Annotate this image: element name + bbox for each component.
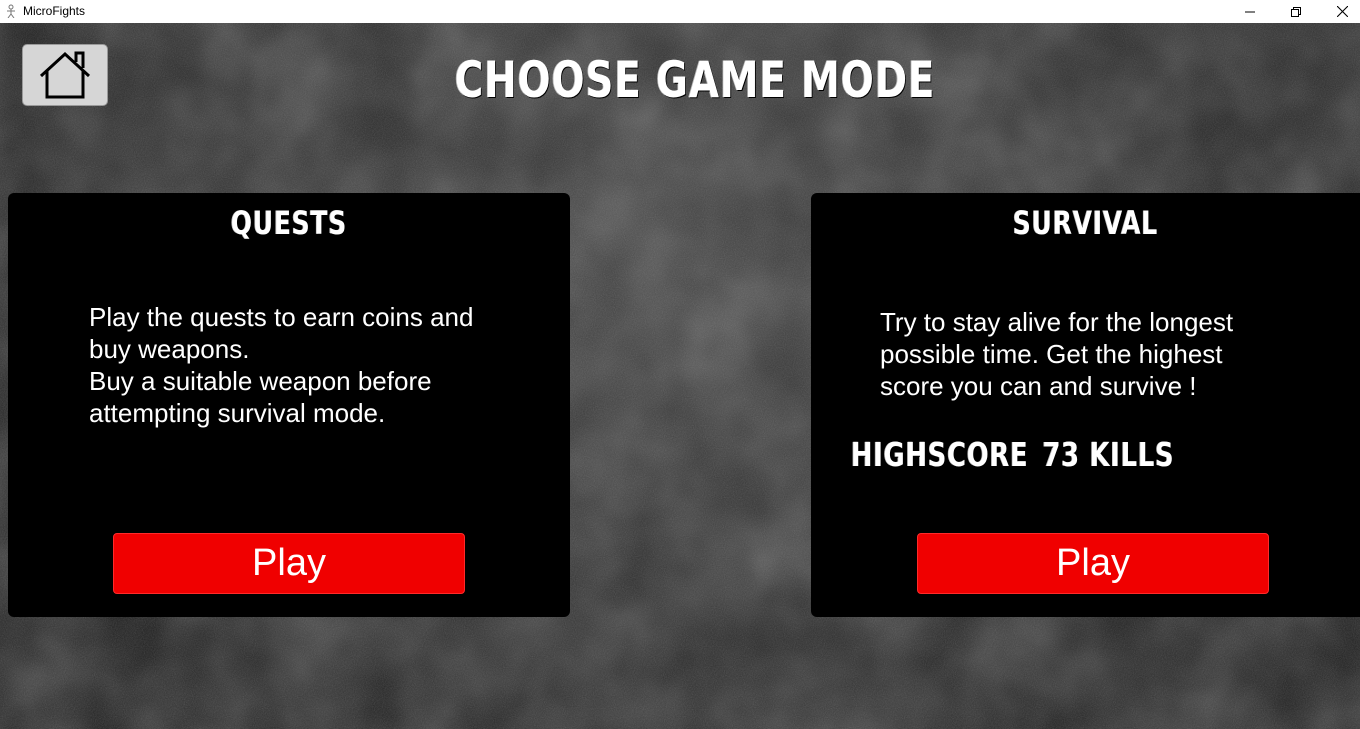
highscore-label: HIGHSCORE bbox=[851, 435, 1029, 474]
quests-description-line: Play the quests to earn coins and bbox=[89, 302, 474, 332]
close-icon bbox=[1336, 6, 1348, 17]
quests-description-line: Buy a suitable weapon before bbox=[89, 366, 432, 396]
quests-heading: QUESTS bbox=[230, 204, 348, 242]
window-title: MicroFights bbox=[23, 4, 86, 18]
close-button[interactable] bbox=[1319, 0, 1360, 23]
highscore-value: 73 KILLS bbox=[1042, 435, 1175, 474]
quests-play-button[interactable]: Play bbox=[113, 533, 465, 594]
survival-description: Try to stay alive for the longest possib… bbox=[880, 306, 1300, 402]
quests-mode-card: QUESTS Play the quests to earn coins and… bbox=[8, 193, 570, 617]
home-icon bbox=[39, 51, 91, 99]
quests-description-line: attempting survival mode. bbox=[89, 398, 386, 428]
minimize-button[interactable] bbox=[1227, 0, 1273, 23]
maximize-icon bbox=[1291, 6, 1301, 17]
survival-mode-card: SURVIVAL Try to stay alive for the longe… bbox=[811, 193, 1360, 617]
window-titlebar: MicroFights bbox=[0, 0, 1360, 24]
survival-heading: SURVIVAL bbox=[1012, 204, 1159, 242]
quests-description: Play the quests to earn coins and buy we… bbox=[89, 301, 539, 429]
survival-description-line: possible time. Get the highest bbox=[880, 339, 1223, 369]
minimize-icon bbox=[1245, 11, 1255, 12]
quests-description-line: buy weapons. bbox=[89, 334, 250, 364]
home-button[interactable] bbox=[22, 44, 108, 106]
highscore-display: HIGHSCORE 73 KILLS bbox=[851, 435, 1188, 475]
maximize-button[interactable] bbox=[1273, 0, 1319, 23]
survival-description-line: Try to stay alive for the longest bbox=[880, 307, 1234, 337]
game-mode-screen: CHOOSE GAME MODE QUESTS Play the quests … bbox=[0, 23, 1360, 729]
page-title: CHOOSE GAME MODE bbox=[454, 51, 936, 109]
app-icon bbox=[7, 4, 15, 18]
survival-description-line: score you can and survive ! bbox=[880, 371, 1197, 401]
survival-play-button[interactable]: Play bbox=[917, 533, 1269, 594]
